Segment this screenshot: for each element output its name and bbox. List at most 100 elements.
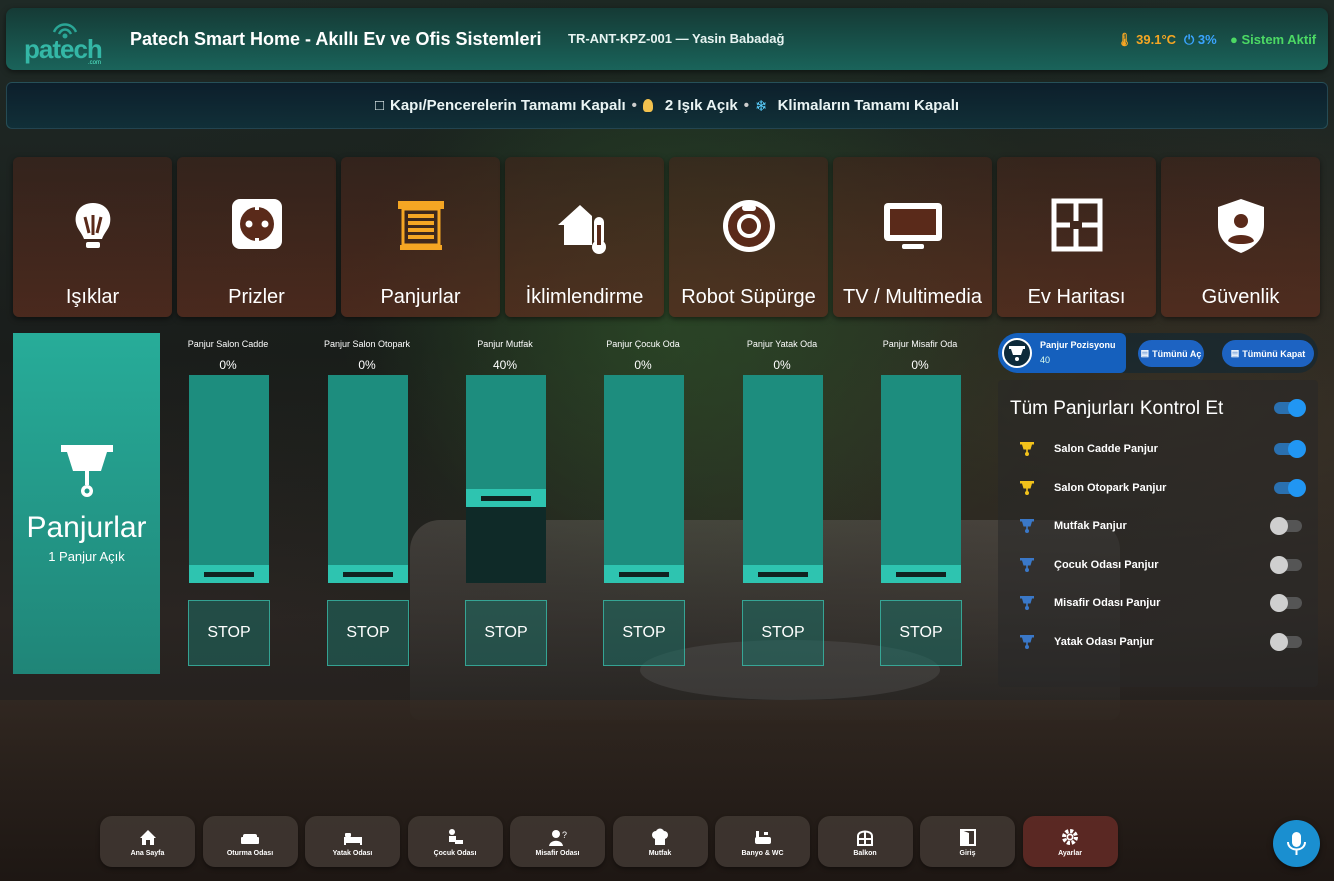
shutter-handle[interactable] <box>466 489 546 507</box>
nav-mutfak[interactable]: Mutfak <box>612 816 708 867</box>
blind-toggle-row: Yatak Odası Panjur <box>998 631 1318 655</box>
nav-yatak-odas-[interactable]: Yatak Odası <box>305 816 400 867</box>
shutter-handle[interactable] <box>328 565 408 583</box>
nav-label: Ayarlar <box>1058 850 1082 857</box>
home-thermometer-icon <box>557 205 606 254</box>
shutter-slider[interactable] <box>743 375 823 583</box>
shutter-percent: 0% <box>634 358 652 372</box>
shutter-name: Panjur Mutfak <box>477 339 533 349</box>
category-tile-lights[interactable]: Işıklar <box>13 157 172 317</box>
blinds-icon <box>1009 346 1025 361</box>
patech-logo[interactable]: patech .com <box>24 16 110 66</box>
blind-toggle[interactable] <box>1274 440 1306 458</box>
blind-toggle-label: Misafir Odası Panjur <box>1054 597 1161 609</box>
blinds-icon <box>397 201 444 250</box>
blind-toggle[interactable] <box>1270 632 1302 651</box>
power-socket-icon <box>231 199 282 249</box>
nav-ana-sayfa[interactable]: Ana Sayfa <box>100 816 195 867</box>
position-value: 40 <box>1040 355 1051 365</box>
blind-toggle-label: Yatak Odası Panjur <box>1054 635 1154 648</box>
nav-banyo-wc[interactable]: Banyo & WC <box>715 816 810 867</box>
separator: • <box>631 97 637 114</box>
system-status-label: Sistem Aktif <box>1241 32 1317 47</box>
bulb-icon <box>642 99 653 112</box>
shutter-percent: 40% <box>492 358 518 372</box>
shutter-name: Panjur Salon Cadde <box>187 339 269 349</box>
blinds-summary-card[interactable]: Panjurlar 1 Panjur Açık <box>13 333 160 674</box>
lightbulb-icon <box>75 203 110 248</box>
nav--ocuk-odas-[interactable]: Çocuk Odası <box>407 816 503 867</box>
bed-icon <box>343 833 362 845</box>
close-all-label: Tümünü Kapat <box>1242 348 1306 359</box>
shutter-handle[interactable] <box>743 565 823 583</box>
stop-button[interactable]: STOP <box>327 600 409 666</box>
blinds-icon <box>1020 480 1034 495</box>
shield-user-icon <box>1217 199 1264 253</box>
blind-toggle[interactable] <box>1270 555 1302 574</box>
blind-toggle[interactable] <box>1270 594 1302 612</box>
nav-label: Banyo & WC <box>741 850 784 857</box>
thermometer-icon: 🌡 <box>1116 32 1133 47</box>
chef-hat-icon <box>652 828 668 845</box>
category-tile-tv[interactable]: TV / Multimedia <box>833 157 992 317</box>
close-all-button[interactable]: ▤ Tümünü Kapat <box>1222 340 1314 367</box>
master-toggle[interactable] <box>1274 399 1306 417</box>
separator: • <box>743 97 750 114</box>
shutter-fill <box>328 375 408 565</box>
logo-sub: .com <box>88 60 102 66</box>
category-tile-robot-vacuum[interactable]: Robot Süpürge <box>669 157 828 317</box>
category-tile-sockets[interactable]: Prizler <box>177 157 336 317</box>
nav-oturma-odas-[interactable]: Oturma Odası <box>202 816 298 867</box>
position-slider-pill[interactable]: Panjur Pozisyonu 40 <box>998 333 1126 373</box>
blinds-icon: ▤ <box>1140 348 1150 358</box>
category-label: Güvenlik <box>1201 286 1280 308</box>
shutter-slider[interactable] <box>881 375 961 583</box>
stop-button[interactable]: STOP <box>188 600 270 666</box>
floorplan-icon <box>1051 198 1102 252</box>
summary-subtitle: 1 Panjur Açık <box>48 549 125 564</box>
nav-balkon[interactable]: Balkon <box>817 816 913 867</box>
shutter-slider[interactable] <box>328 375 408 583</box>
shutter-slider[interactable] <box>466 375 546 583</box>
nav-label: Ana Sayfa <box>130 850 165 857</box>
category-tile-security[interactable]: Güvenlik <box>1161 157 1320 317</box>
blind-toggle[interactable] <box>1274 478 1306 497</box>
shutter-fill <box>743 375 823 565</box>
shutter-percent: 0% <box>773 358 791 372</box>
toggle-knob <box>1270 517 1288 535</box>
toggle-knob <box>1288 399 1306 417</box>
blind-toggle[interactable] <box>1270 517 1302 535</box>
toggle-knob <box>1288 478 1306 497</box>
stop-button[interactable]: STOP <box>880 600 962 666</box>
gear-icon <box>1062 829 1078 845</box>
sofa-icon <box>241 834 259 844</box>
door-icon: □ <box>374 97 384 114</box>
stop-button[interactable]: STOP <box>465 600 547 666</box>
bath-icon <box>754 831 771 844</box>
blinds-icon <box>1020 634 1034 649</box>
nav-label: Oturma Odası <box>226 850 274 857</box>
category-tile-climate[interactable]: İklimlendirme <box>505 157 664 317</box>
category-label: TV / Multimedia <box>843 286 982 308</box>
open-all-button[interactable]: ▤ Tümünü Aç <box>1138 340 1204 367</box>
shutter-handle[interactable] <box>189 565 269 583</box>
shutter-slider[interactable] <box>189 375 269 583</box>
category-label: Robot Süpürge <box>681 286 816 308</box>
shutter-handle[interactable] <box>881 565 961 583</box>
blinds-icon <box>1020 519 1034 533</box>
stop-button[interactable]: STOP <box>742 600 824 666</box>
category-tile-floorplan[interactable]: Ev Haritası <box>997 157 1156 317</box>
shutter-slider[interactable] <box>604 375 684 583</box>
nav-misafir-odas-[interactable]: ? Misafir Odası <box>510 816 605 867</box>
blinds-icon <box>1020 557 1034 572</box>
microphone-button[interactable] <box>1273 820 1320 867</box>
stop-button[interactable]: STOP <box>603 600 685 666</box>
open-all-label: Tümünü Aç <box>1152 348 1202 359</box>
shutter-handle[interactable] <box>604 565 684 583</box>
category-label: Işıklar <box>65 286 120 308</box>
doors-status: Kapı/Pencerelerin Tamamı Kapalı <box>390 97 626 114</box>
nav-ayarlar[interactable]: Ayarlar <box>1022 816 1118 867</box>
position-knob[interactable] <box>1002 338 1032 368</box>
nav-giri-[interactable]: Giriş <box>920 816 1015 867</box>
category-tile-blinds[interactable]: Panjurlar <box>341 157 500 317</box>
